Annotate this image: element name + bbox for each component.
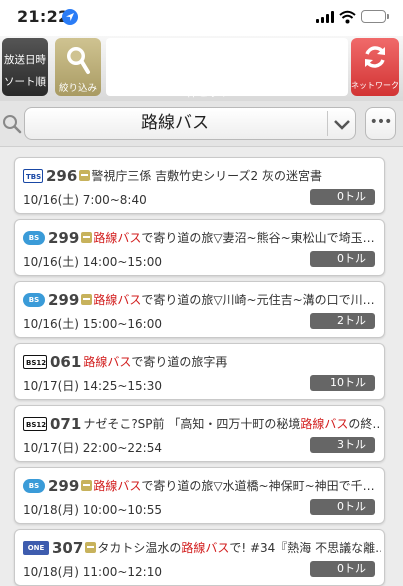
genre-icon	[81, 294, 93, 305]
program-title: 路線バスで寄り道の旅▽妻沼~熊谷~東松山で埼玉…	[93, 231, 375, 245]
network-button[interactable]: ネットワーク	[351, 38, 399, 96]
status-bar: 21:22	[0, 0, 403, 36]
channel-number: 299	[48, 290, 80, 308]
program-card[interactable]: TBS 296 警視庁三係 吉敷竹史シリーズ2 灰の迷宮書 10/16(土) 7:0…	[14, 157, 385, 214]
program-title: 路線バスで寄り道の旅▽水道橋~神保町~神田で千…	[93, 479, 375, 493]
toolbar: 放送日時 ソート順 絞り込み 10件ヒット ネットワーク	[0, 36, 403, 137]
select-divider	[327, 111, 328, 136]
channel-logo-icon: BS	[23, 230, 45, 245]
more-dots-icon: •••	[369, 114, 393, 130]
more-options-button[interactable]: •••	[365, 107, 396, 140]
genre-icon	[81, 480, 93, 491]
keyword-select-value: 路線バス	[141, 113, 209, 133]
program-title: タカトシ温水の路線バスで! #34『熱海 不思議な離…	[97, 541, 381, 555]
program-datetime: 10/18(月) 11:00~12:10	[23, 565, 162, 579]
program-datetime: 10/17(日) 22:00~22:54	[23, 441, 162, 455]
program-card[interactable]: BS 299 路線バスで寄り道の旅▽妻沼~熊谷~東松山で埼玉… 10/16(土) 1…	[14, 219, 385, 276]
refresh-icon	[362, 44, 388, 70]
points-badge: 10トル	[310, 375, 375, 391]
network-label: ネットワーク	[351, 81, 399, 90]
program-card[interactable]: BS12 061 路線バスで寄り道の旅字再 10/17(日) 14:25~15:30…	[14, 343, 385, 400]
channel-logo-icon: BS12	[23, 354, 47, 369]
program-card[interactable]: BS12 071 ナゼそこ?SP前 「高知・四万十町の秘境路線バスの終… 10/17…	[14, 405, 385, 462]
search-row: 路線バス •••	[0, 101, 403, 147]
points-badge: 0トル	[310, 499, 375, 515]
battery-icon	[361, 10, 389, 23]
channel-number: 071	[50, 414, 82, 432]
program-datetime: 10/16(土) 7:00~8:40	[23, 193, 147, 207]
hit-count: 10件ヒット	[172, 86, 231, 99]
channel-logo-icon: ONE	[23, 540, 49, 555]
program-datetime: 10/16(土) 14:00~15:00	[23, 255, 162, 269]
magnifier-icon	[65, 45, 91, 75]
points-badge: 3トル	[310, 437, 375, 453]
keyword-select[interactable]: 路線バス	[24, 107, 356, 140]
chevron-down-icon	[332, 117, 352, 136]
program-card[interactable]: BS 299 路線バスで寄り道の旅▽川崎~元住吉~溝の口で川… 10/16(土) 1…	[14, 281, 385, 338]
channel-number: 296	[46, 166, 78, 184]
program-title: ナゼそこ?SP前 「高知・四万十町の秘境路線バスの終…	[83, 417, 381, 431]
genre-icon	[81, 232, 93, 243]
wifi-icon	[339, 9, 356, 28]
channel-number: 307	[52, 538, 84, 556]
cellular-signal-icon	[316, 11, 334, 23]
channel-logo-icon: BS	[23, 292, 45, 307]
channel-logo-icon: TBS	[23, 168, 43, 183]
program-datetime: 10/16(土) 15:00~16:00	[23, 317, 162, 331]
search-icon	[2, 114, 22, 138]
location-arrow-icon	[62, 9, 78, 25]
program-list: TBS 296 警視庁三係 吉敷竹史シリーズ2 灰の迷宮書 10/16(土) 7:0…	[0, 147, 403, 586]
program-datetime: 10/18(月) 10:00~10:55	[23, 503, 162, 517]
program-title: 路線バスで寄り道の旅▽川崎~元住吉~溝の口で川…	[93, 293, 375, 307]
points-badge: 2トル	[310, 313, 375, 329]
channel-logo-icon: BS	[23, 478, 45, 493]
sort-label-top: 放送日時	[4, 54, 46, 66]
channel-number: 061	[50, 352, 82, 370]
program-card[interactable]: ONE 307 タカトシ温水の路線バスで! #34『熱海 不思議な離… 10/18(…	[14, 529, 385, 586]
points-badge: 0トル	[310, 251, 375, 267]
program-datetime: 10/17(日) 14:25~15:30	[23, 379, 162, 393]
program-title: 路線バスで寄り道の旅字再	[83, 355, 228, 369]
channel-logo-icon: BS12	[23, 416, 47, 431]
channel-number: 299	[48, 476, 80, 494]
points-badge: 0トル	[310, 561, 375, 577]
points-badge: 0トル	[310, 189, 375, 205]
genre-icon	[85, 542, 97, 553]
program-card[interactable]: BS 299 路線バスで寄り道の旅▽水道橋~神保町~神田で千… 10/18(月) 1…	[14, 467, 385, 524]
program-title: 警視庁三係 吉敷竹史シリーズ2 灰の迷宮書	[91, 169, 322, 183]
channel-number: 299	[48, 228, 80, 246]
genre-icon	[79, 170, 91, 181]
